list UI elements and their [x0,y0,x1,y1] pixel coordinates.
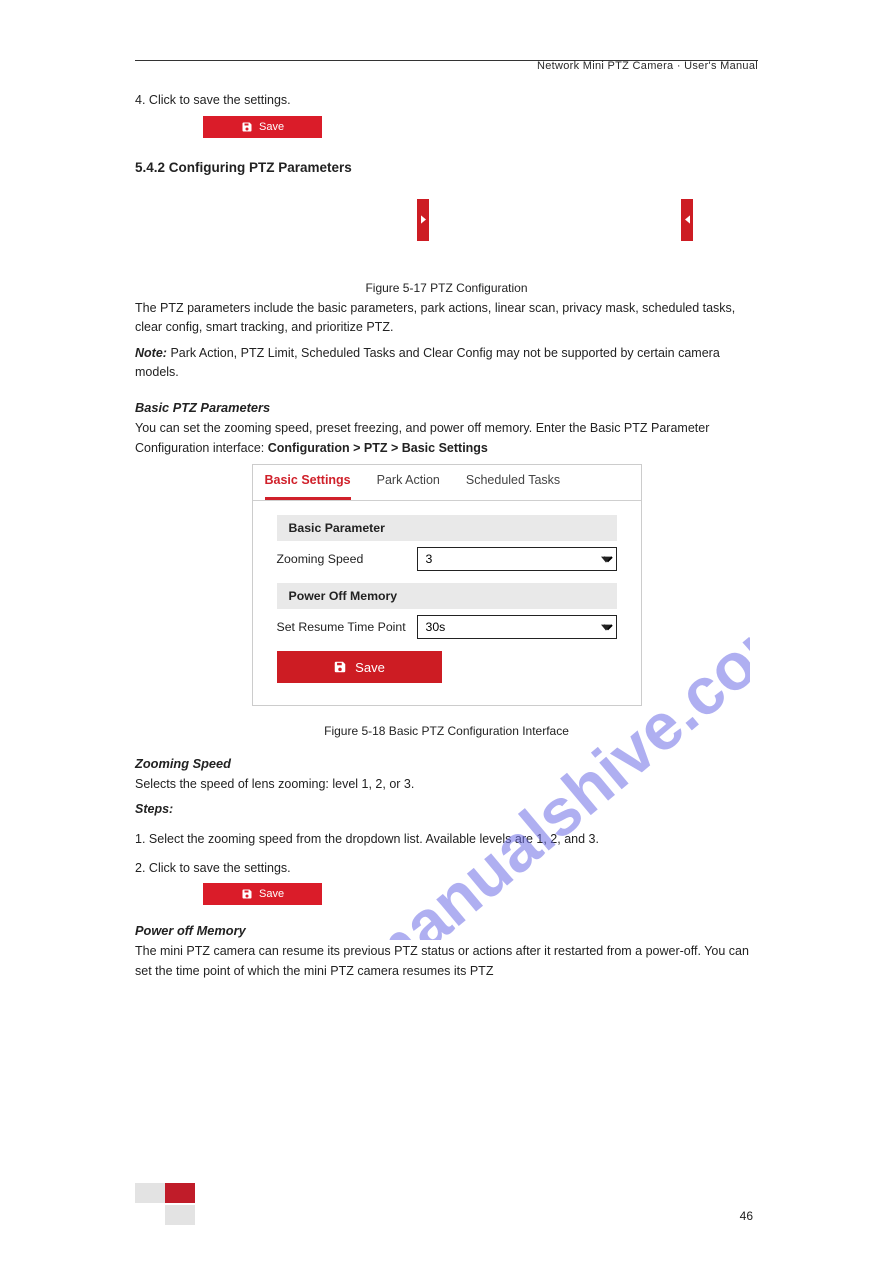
step-4-save: 4. Click to save the settings. [135,91,758,110]
page-thumbnails [135,1183,195,1203]
save-label: Save [259,888,284,900]
step-pre: Click [149,93,180,107]
page-thumb-prev[interactable] [135,1183,165,1203]
subsection-power-off-memory: Power off Memory [135,923,758,938]
save-button-inline-1[interactable]: Save [203,116,322,138]
section-title-ptz-params: 5.4.2 Configuring PTZ Parameters [135,160,758,175]
step-num: 1. [135,832,145,846]
figure-caption-5-17: Figure 5-17 PTZ Configuration [135,281,758,295]
page-header: Network Mini PTZ Camera · User's Manual [537,60,758,72]
group-power-off-memory: Power Off Memory [277,583,617,609]
basic-path: Configuration > PTZ > Basic Settings [268,441,488,455]
zooming-speed-desc: Selects the speed of lens zooming: level… [135,775,758,794]
tab-basic-settings[interactable]: Basic Settings [265,473,351,500]
power-off-memory-text: The mini PTZ camera can resume its previ… [135,942,758,981]
zooming-speed-label: Zooming Speed [277,552,417,566]
collapse-button[interactable] [681,199,693,241]
panel-save-button[interactable]: Save [277,651,442,683]
step-num: 4. [135,93,145,107]
figure-caption-5-18: Figure 5-18 Basic PTZ Configuration Inte… [135,724,758,738]
save-button-inline-2[interactable]: Save [203,883,322,905]
step-pre: Click [149,861,180,875]
basic-ptz-text: You can set the zooming speed, preset fr… [135,419,758,458]
figure-basic-settings-panel: Basic Settings Park Action Scheduled Tas… [252,464,642,706]
zoom-step-2: 2. Click to save the settings. [135,859,758,878]
page-thumb-next[interactable] [165,1205,195,1225]
step-num: 2. [135,861,145,875]
note-block: Note: Park Action, PTZ Limit, Scheduled … [135,344,758,383]
resume-time-label: Set Resume Time Point [277,620,417,634]
expand-button[interactable] [417,199,429,241]
tab-park-action[interactable]: Park Action [377,473,440,500]
panel-save-label: Save [355,660,385,675]
save-label: Save [259,121,284,133]
zooming-speed-select[interactable]: 3 [417,547,617,571]
page-thumb-current[interactable] [165,1183,195,1203]
subsection-basic-ptz: Basic PTZ Parameters [135,400,758,415]
group-basic-parameter: Basic Parameter [277,515,617,541]
page-number: 46 [740,1209,753,1223]
resume-time-select[interactable]: 30s [417,615,617,639]
step-text: Select the zooming speed from the dropdo… [149,832,599,846]
tab-scheduled-tasks[interactable]: Scheduled Tasks [466,473,560,500]
note-label: Note: [135,346,167,360]
step-post: to save the settings. [179,861,290,875]
page-thumbnails-row2 [165,1205,195,1225]
step-post: to save the settings. [179,93,290,107]
subsection-zooming-speed: Zooming Speed [135,756,758,771]
note-text: Park Action, PTZ Limit, Scheduled Tasks … [135,346,720,379]
zoom-step-1: 1. Select the zooming speed from the dro… [135,830,758,849]
section-text: The PTZ parameters include the basic par… [135,299,758,338]
steps-label: Steps: [135,800,758,819]
